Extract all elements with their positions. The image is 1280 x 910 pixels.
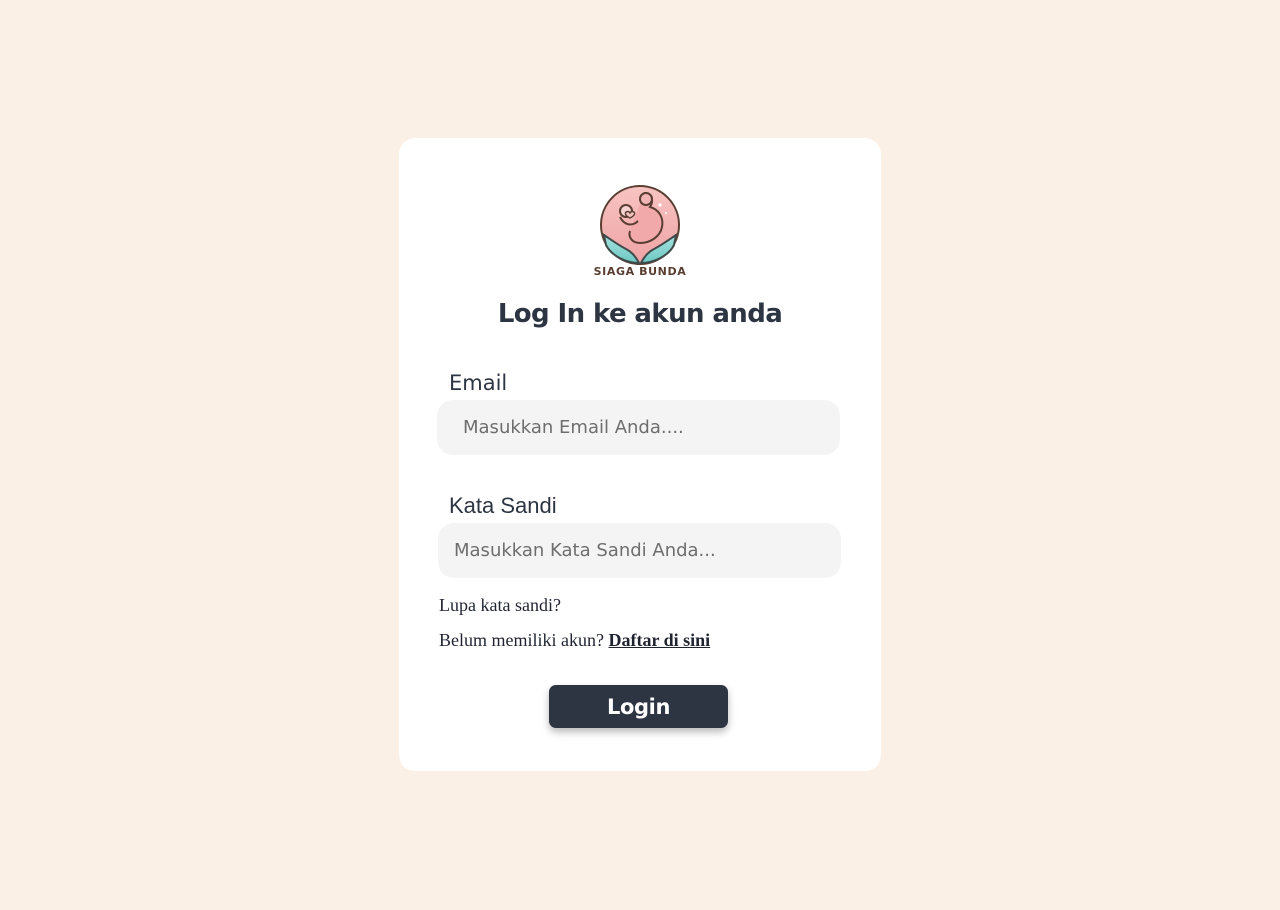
register-link[interactable]: Daftar di sini — [608, 630, 710, 650]
password-field[interactable] — [438, 523, 841, 578]
forgot-password-link[interactable]: Lupa kata sandi? — [439, 595, 561, 616]
mother-baby-hands-icon — [600, 185, 680, 265]
email-field[interactable] — [437, 400, 840, 455]
register-row: Belum memiliki akun? Daftar di sini — [439, 630, 710, 651]
login-card: SIAGA BUNDA Log In ke akun anda Email Ka… — [399, 138, 881, 771]
brand-name: SIAGA BUNDA — [593, 265, 687, 278]
register-prompt: Belum memiliki akun? — [439, 630, 609, 650]
page-title: Log In ke akun anda — [497, 299, 783, 329]
email-label: Email — [449, 371, 508, 395]
login-button[interactable]: Login — [549, 685, 728, 728]
password-label: Kata Sandi — [449, 493, 557, 518]
